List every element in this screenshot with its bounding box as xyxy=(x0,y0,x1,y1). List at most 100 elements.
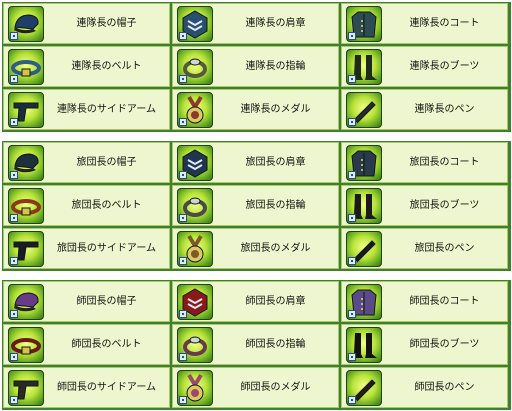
item-cell[interactable]: 連隊長の指輪 xyxy=(172,46,339,87)
ring-icon xyxy=(177,327,213,363)
boots-icon xyxy=(346,188,382,224)
item-label: 師団長のベルト xyxy=(71,339,142,350)
item-label: 旅団長の帽子 xyxy=(76,157,137,168)
boots-icon xyxy=(346,327,382,363)
item-badge-icon xyxy=(179,353,187,361)
gun-icon xyxy=(8,231,44,267)
item-label: 旅団長のメダル xyxy=(240,243,311,254)
item-badge-icon xyxy=(348,310,356,318)
item-label: 連隊長のブーツ xyxy=(409,61,480,72)
item-badge-icon xyxy=(179,32,187,40)
item-label: 旅団長のベルト xyxy=(71,200,142,211)
insignia-icon xyxy=(177,284,213,320)
item-label: 連隊長の指輪 xyxy=(245,61,306,72)
item-cell[interactable]: 師団長のコート xyxy=(341,281,508,322)
pen-icon xyxy=(346,370,382,406)
item-label: 旅団長の指輪 xyxy=(245,200,306,211)
section-regiment: 連隊長の帽子 連隊長の肩章 連隊長のコート 連隊長のベルト 連隊長の指輪 連隊長のブーツ連… xyxy=(2,2,511,132)
item-cell[interactable]: 連隊長のコート xyxy=(341,3,508,44)
item-badge-icon xyxy=(179,118,187,126)
item-label: 連隊長のサイドアーム xyxy=(56,104,157,115)
item-label: 師団長の帽子 xyxy=(76,296,137,307)
item-badge-icon xyxy=(10,75,18,83)
item-cell[interactable]: 旅団長のコート xyxy=(341,142,508,183)
item-cell[interactable]: 旅団長の指輪 xyxy=(172,185,339,226)
item-cell[interactable]: 連隊長の肩章 xyxy=(172,3,339,44)
item-badge-icon xyxy=(348,171,356,179)
item-cell[interactable]: 師団長のメダル xyxy=(172,367,339,408)
item-cell[interactable]: 旅団長のペン xyxy=(341,228,508,269)
item-label: 連隊長のコート xyxy=(409,18,480,29)
item-cell[interactable]: 連隊長のメダル xyxy=(172,89,339,130)
item-label: 連隊長のペン xyxy=(414,104,475,115)
gun-icon xyxy=(8,92,44,128)
item-cell[interactable]: 旅団長のブーツ xyxy=(341,185,508,226)
item-badge-icon xyxy=(10,171,18,179)
item-badge-icon xyxy=(10,310,18,318)
item-badge-icon xyxy=(179,214,187,222)
item-badge-icon xyxy=(348,396,356,404)
cap-icon xyxy=(8,145,44,181)
item-badge-icon xyxy=(348,118,356,126)
item-badge-icon xyxy=(179,75,187,83)
item-badge-icon xyxy=(179,396,187,404)
medal-icon xyxy=(177,370,213,406)
boots-icon xyxy=(346,49,382,85)
item-label: 連隊長のベルト xyxy=(71,61,142,72)
item-cell[interactable]: 旅団長の肩章 xyxy=(172,142,339,183)
belt-icon xyxy=(8,49,44,85)
medal-icon xyxy=(177,92,213,128)
coat-icon xyxy=(346,6,382,42)
medal-icon xyxy=(177,231,213,267)
item-badge-icon xyxy=(348,32,356,40)
item-label: 連隊長のメダル xyxy=(240,104,311,115)
equipment-grid: 連隊長の帽子 連隊長の肩章 連隊長のコート 連隊長のベルト 連隊長の指輪 連隊長のブーツ連… xyxy=(0,0,512,411)
item-cell[interactable]: 連隊長のペン xyxy=(341,89,508,130)
item-cell[interactable]: 連隊長のベルト xyxy=(3,46,170,87)
item-badge-icon xyxy=(10,396,18,404)
item-cell[interactable]: 旅団長の帽子 xyxy=(3,142,170,183)
item-label: 師団長のサイドアーム xyxy=(56,382,157,393)
coat-icon xyxy=(346,145,382,181)
item-label: 旅団長のコート xyxy=(409,157,480,168)
item-cell[interactable]: 旅団長のメダル xyxy=(172,228,339,269)
item-badge-icon xyxy=(10,118,18,126)
ring-icon xyxy=(177,49,213,85)
item-badge-icon xyxy=(179,171,187,179)
item-cell[interactable]: 連隊長の帽子 xyxy=(3,3,170,44)
item-label: 師団長のブーツ xyxy=(409,339,480,350)
item-label: 旅団長のサイドアーム xyxy=(56,243,157,254)
pen-icon xyxy=(346,231,382,267)
item-label: 旅団長のペン xyxy=(414,243,475,254)
item-cell[interactable]: 師団長のサイドアーム xyxy=(3,367,170,408)
item-badge-icon xyxy=(10,214,18,222)
item-cell[interactable]: 師団長のベルト xyxy=(3,324,170,365)
item-cell[interactable]: 旅団長のベルト xyxy=(3,185,170,226)
item-cell[interactable]: 旅団長のサイドアーム xyxy=(3,228,170,269)
item-label: 師団長の指輪 xyxy=(245,339,306,350)
belt-icon xyxy=(8,327,44,363)
item-cell[interactable]: 師団長のブーツ xyxy=(341,324,508,365)
item-label: 師団長のコート xyxy=(409,296,480,307)
item-label: 旅団長のブーツ xyxy=(409,200,480,211)
item-cell[interactable]: 連隊長のブーツ xyxy=(341,46,508,87)
item-cell[interactable]: 師団長の指輪 xyxy=(172,324,339,365)
item-cell[interactable]: 師団長の帽子 xyxy=(3,281,170,322)
item-badge-icon xyxy=(348,214,356,222)
section-brigade: 旅団長の帽子 旅団長の肩章 旅団長のコート 旅団長のベルト 旅団長の指輪 旅団長のブーツ旅… xyxy=(2,141,511,271)
gun-icon xyxy=(8,370,44,406)
item-label: 連隊長の帽子 xyxy=(76,18,137,29)
coat-icon xyxy=(346,284,382,320)
item-label: 師団長のペン xyxy=(414,382,475,393)
item-badge-icon xyxy=(10,353,18,361)
item-cell[interactable]: 連隊長のサイドアーム xyxy=(3,89,170,130)
item-label: 師団長のメダル xyxy=(240,382,311,393)
item-label: 師団長の肩章 xyxy=(245,296,306,307)
item-cell[interactable]: 師団長の肩章 xyxy=(172,281,339,322)
cap-icon xyxy=(8,6,44,42)
item-badge-icon xyxy=(10,32,18,40)
item-cell[interactable]: 師団長のペン xyxy=(341,367,508,408)
item-badge-icon xyxy=(179,257,187,265)
insignia-icon xyxy=(177,145,213,181)
item-badge-icon xyxy=(348,353,356,361)
